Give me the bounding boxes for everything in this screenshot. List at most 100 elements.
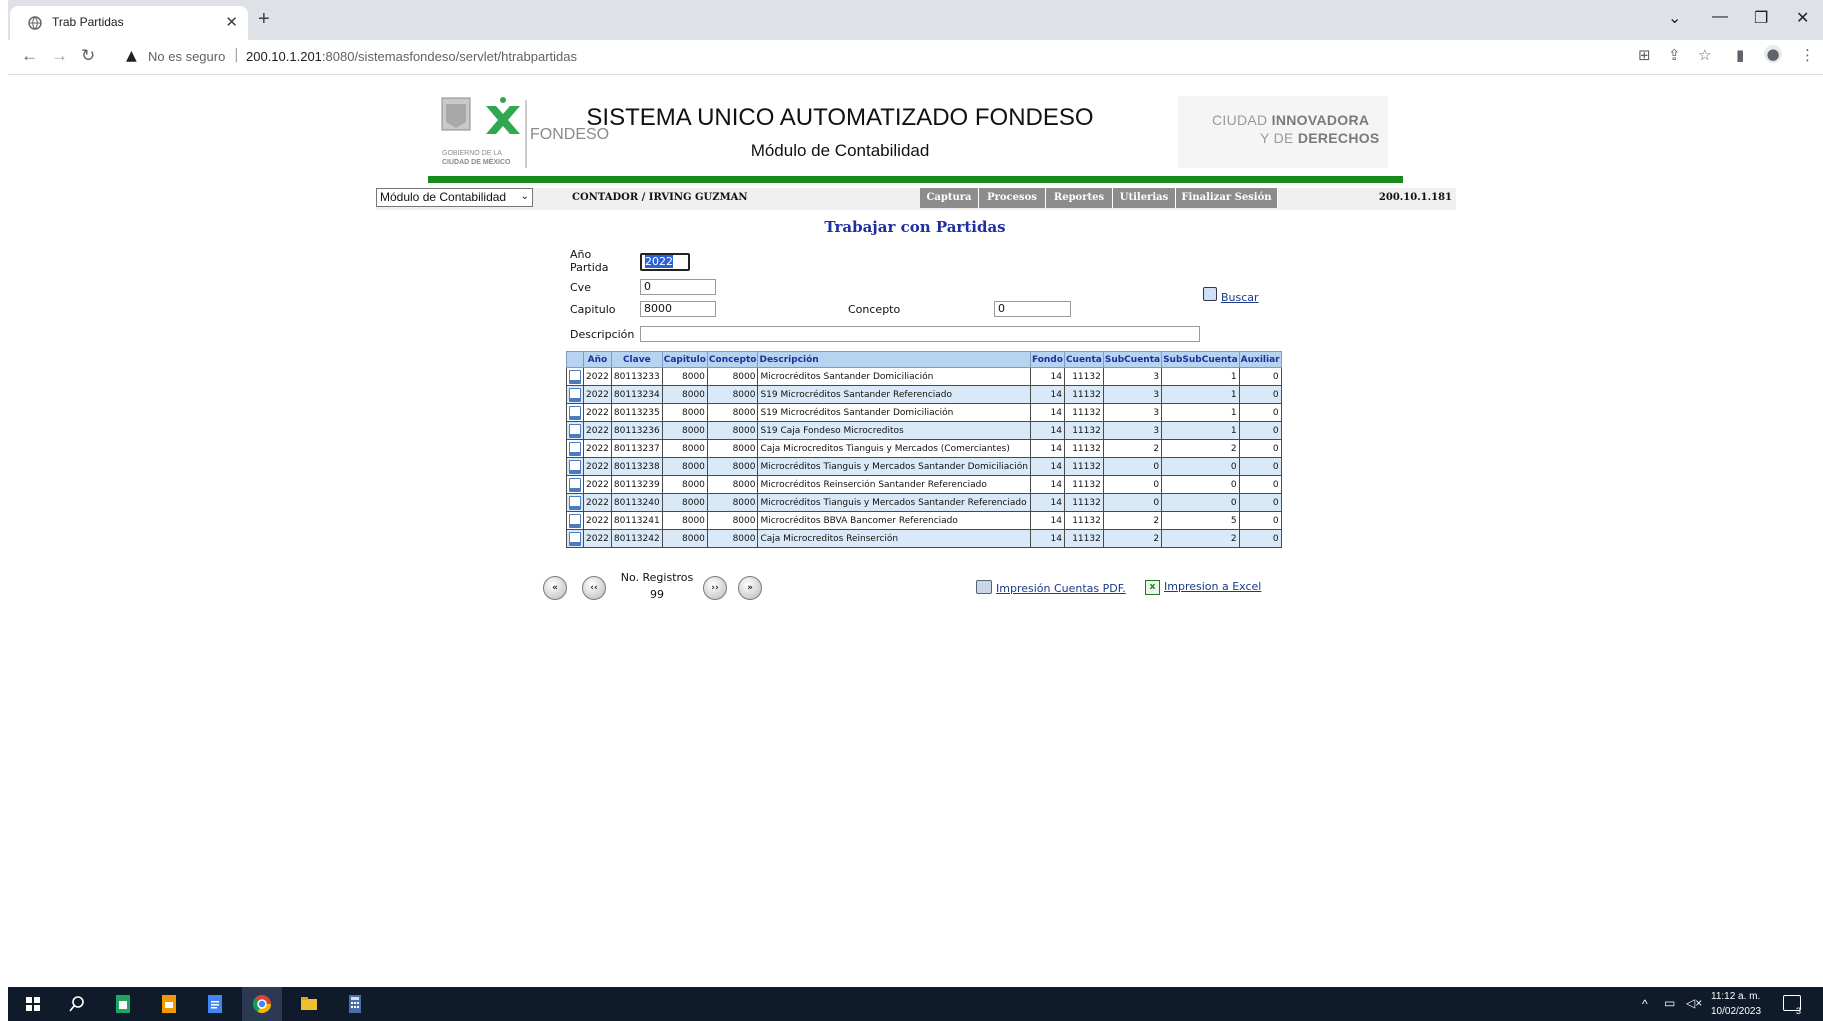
tray-chevron-up-icon[interactable]: ^ (1642, 997, 1648, 1011)
printer-icon[interactable] (976, 580, 992, 594)
browser-tab[interactable]: Trab Partidas ✕ (10, 6, 248, 40)
new-tab-button[interactable]: + (258, 8, 270, 31)
next-page-button[interactable]: ›› (703, 576, 727, 600)
document-icon[interactable] (569, 441, 581, 456)
address-bar[interactable]: ▲ No es seguro | 200.10.1.201:8080/siste… (116, 43, 1636, 71)
table-cell: 8000 (661, 367, 708, 386)
url-text: 200.10.1.201:8080/sistemasfondeso/servle… (246, 49, 577, 64)
table-cell: 8000 (661, 403, 708, 422)
row-select-cell[interactable] (566, 385, 584, 404)
document-icon[interactable] (569, 369, 581, 384)
row-select-cell[interactable] (566, 493, 584, 512)
table-cell: 80113239 (610, 475, 663, 494)
window-close-icon[interactable]: ✕ (1796, 8, 1809, 28)
sheets-app-icon[interactable] (112, 993, 134, 1015)
capitulo-input[interactable]: 8000 (640, 301, 716, 317)
search-taskbar-icon[interactable] (66, 993, 88, 1015)
row-select-cell[interactable] (566, 421, 584, 440)
table-row[interactable]: 2022 80113238 8000 8000 Microcréditos Tiangu… (566, 457, 1282, 476)
document-icon[interactable] (569, 423, 581, 438)
document-icon[interactable] (569, 513, 581, 528)
url-separator: | (234, 47, 239, 63)
profile-avatar-icon[interactable]: ● (1764, 45, 1782, 63)
slides-app-icon[interactable] (158, 993, 180, 1015)
more-menu-icon[interactable]: ⋮ (1800, 46, 1815, 64)
table-row[interactable]: 2022 80113233 8000 8000 Microcréditos Santan… (566, 367, 1282, 386)
table-cell: 14 (1029, 493, 1065, 512)
concepto-input[interactable]: 0 (994, 301, 1071, 317)
network-icon[interactable]: ▭ (1664, 996, 1675, 1010)
descripcion-label: Descripción (570, 328, 635, 341)
minimize-icon[interactable]: — (1712, 8, 1728, 26)
module-subtitle: Módulo de Contabilidad (750, 141, 930, 160)
row-select-cell[interactable] (566, 457, 584, 476)
descripcion-input[interactable] (640, 326, 1200, 342)
table-row[interactable]: 2022 80113234 8000 8000 S19 Microcréditos Sa… (566, 385, 1282, 404)
table-cell: 14 (1029, 385, 1065, 404)
table-cell: 2022 (583, 367, 612, 386)
row-select-cell[interactable] (566, 511, 584, 530)
restore-icon[interactable]: ❐ (1754, 8, 1768, 28)
table-row[interactable]: 2022 80113237 8000 8000 Caja Microcreditos T… (566, 439, 1282, 458)
share-icon[interactable]: ⇪ (1668, 46, 1681, 64)
cve-input[interactable]: 0 (640, 279, 716, 295)
reload-icon[interactable]: ↻ (81, 46, 95, 66)
clock-date[interactable]: 10/02/2023 (1711, 1006, 1761, 1017)
column-header: Clave (610, 351, 663, 368)
chrome-app-icon[interactable] (251, 993, 273, 1015)
user-label: CONTADOR / IRVING GUZMAN (572, 192, 748, 203)
anio-input[interactable]: 2022 (640, 253, 690, 271)
table-row[interactable]: 2022 80113240 8000 8000 Microcréditos Tiangu… (566, 493, 1282, 512)
document-icon[interactable] (569, 459, 581, 474)
menu-reportes[interactable]: Reportes (1046, 188, 1113, 208)
table-row[interactable]: 2022 80113235 8000 8000 S19 Microcréditos Sa… (566, 403, 1282, 422)
table-cell: 2022 (583, 529, 612, 548)
menu-procesos[interactable]: Procesos (979, 188, 1046, 208)
document-icon[interactable] (569, 477, 581, 492)
last-page-button[interactable]: » (738, 576, 762, 600)
calculator-icon[interactable] (344, 993, 366, 1015)
first-page-button[interactable]: « (543, 576, 567, 600)
file-explorer-icon[interactable] (298, 993, 320, 1015)
document-icon[interactable] (569, 405, 581, 420)
side-panel-icon[interactable]: ▮ (1736, 46, 1744, 64)
docs-app-icon[interactable] (204, 993, 226, 1015)
document-icon[interactable] (569, 387, 581, 402)
table-cell: 0 (1161, 475, 1240, 494)
prev-page-button[interactable]: ‹‹ (582, 576, 606, 600)
clock-time[interactable]: 11:12 a. m. (1711, 991, 1760, 1002)
excel-icon[interactable]: x (1145, 580, 1160, 595)
translate-icon[interactable]: ⊞ (1638, 46, 1651, 64)
table-row[interactable]: 2022 80113236 8000 8000 S19 Caja Fondeso Mic… (566, 421, 1282, 440)
menu-captura[interactable]: Captura (920, 188, 979, 208)
pdf-export-link[interactable]: Impresión Cuentas PDF. (996, 582, 1126, 595)
table-row[interactable]: 2022 80113242 8000 8000 Caja Microcreditos R… (566, 529, 1282, 548)
search-link[interactable]: Buscar (1221, 291, 1259, 304)
excel-export-link[interactable]: Impresion a Excel (1164, 580, 1261, 593)
menu-finalizar-sesion[interactable]: Finalizar Sesión (1176, 188, 1278, 208)
row-select-cell[interactable] (566, 529, 584, 548)
volume-icon[interactable]: ◁× (1686, 996, 1702, 1010)
table-cell: 11132 (1063, 457, 1104, 476)
records-label: No. Registros (620, 571, 694, 584)
document-icon[interactable] (569, 531, 581, 546)
search-icon[interactable] (1203, 287, 1217, 301)
forward-arrow-icon[interactable]: → (51, 46, 68, 66)
menu-utilerias[interactable]: Utilerias (1113, 188, 1176, 208)
table-row[interactable]: 2022 80113239 8000 8000 Microcréditos Reinse… (566, 475, 1282, 494)
back-arrow-icon[interactable]: ← (21, 46, 38, 66)
table-cell: 14 (1029, 367, 1065, 386)
bookmark-star-icon[interactable]: ☆ (1698, 46, 1711, 64)
row-select-cell[interactable] (566, 475, 584, 494)
table-row[interactable]: 2022 80113241 8000 8000 Microcréditos BBVA B… (566, 511, 1282, 530)
row-select-cell[interactable] (566, 439, 584, 458)
table-cell: 80113240 (610, 493, 663, 512)
windows-start-icon[interactable] (22, 993, 44, 1015)
row-select-cell[interactable] (566, 367, 584, 386)
document-icon[interactable] (569, 495, 581, 510)
tab-close-icon[interactable]: ✕ (225, 13, 238, 31)
tab-search-chevron-icon[interactable]: ⌄ (1668, 8, 1681, 28)
module-select[interactable]: Módulo de Contabilidad ⌄ (376, 188, 533, 207)
table-cell: 14 (1029, 403, 1065, 422)
row-select-cell[interactable] (566, 403, 584, 422)
